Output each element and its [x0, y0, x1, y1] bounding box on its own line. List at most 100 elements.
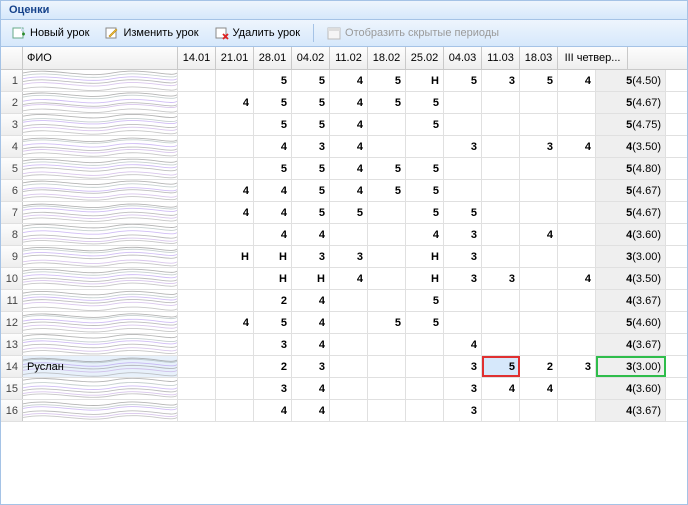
grade-cell[interactable]: 5 — [406, 158, 444, 179]
header-date-2[interactable]: 28.01 — [254, 47, 292, 69]
student-name-cell[interactable] — [23, 136, 178, 157]
grade-cell[interactable] — [216, 224, 254, 245]
grade-cell[interactable]: 4 — [292, 400, 330, 421]
grade-cell[interactable]: 5 — [254, 158, 292, 179]
student-name-cell[interactable] — [23, 400, 178, 421]
grade-cell[interactable] — [368, 334, 406, 355]
grade-cell[interactable] — [558, 400, 596, 421]
grade-cell[interactable] — [520, 246, 558, 267]
grade-cell[interactable]: 5 — [254, 114, 292, 135]
grade-cell[interactable] — [482, 92, 520, 113]
grade-cell[interactable]: 3 — [292, 246, 330, 267]
header-date-0[interactable]: 14.01 — [178, 47, 216, 69]
grade-cell[interactable] — [482, 202, 520, 223]
grade-cell[interactable] — [330, 378, 368, 399]
grade-cell[interactable] — [368, 246, 406, 267]
grade-cell[interactable] — [178, 290, 216, 311]
grade-cell[interactable]: 3 — [444, 356, 482, 377]
table-row[interactable]: 11 2454 (3.67) — [1, 290, 687, 312]
grade-cell[interactable]: 5 — [368, 70, 406, 91]
header-date-5[interactable]: 18.02 — [368, 47, 406, 69]
header-avg[interactable]: III четвер... — [558, 47, 628, 69]
student-name-cell[interactable] — [23, 268, 178, 289]
table-row[interactable]: 6 4454555 (4.67) — [1, 180, 687, 202]
grade-cell[interactable] — [558, 312, 596, 333]
grade-cell[interactable]: 4 — [330, 70, 368, 91]
grade-cell[interactable]: 4 — [330, 180, 368, 201]
grade-cell[interactable] — [520, 202, 558, 223]
grade-cell[interactable] — [520, 268, 558, 289]
grade-cell[interactable]: 4 — [216, 202, 254, 223]
grade-cell[interactable]: 3 — [254, 378, 292, 399]
grade-cell[interactable] — [216, 400, 254, 421]
grade-cell[interactable]: 4 — [292, 290, 330, 311]
grade-cell[interactable] — [216, 70, 254, 91]
grade-cell[interactable] — [178, 202, 216, 223]
student-name-cell[interactable]: Руслан — [23, 356, 178, 377]
grade-cell[interactable] — [520, 334, 558, 355]
grade-cell[interactable] — [368, 202, 406, 223]
grade-cell[interactable] — [368, 268, 406, 289]
grade-cell[interactable]: 4 — [216, 312, 254, 333]
grade-cell[interactable] — [330, 312, 368, 333]
student-name-cell[interactable] — [23, 114, 178, 135]
grade-cell[interactable] — [368, 378, 406, 399]
grade-cell[interactable] — [216, 268, 254, 289]
grade-cell[interactable]: 2 — [520, 356, 558, 377]
table-row[interactable]: 14 Руслан2335233 (3.00) — [1, 356, 687, 378]
grade-cell[interactable] — [482, 114, 520, 135]
grade-cell[interactable] — [482, 246, 520, 267]
grade-cell[interactable] — [406, 136, 444, 157]
grade-cell[interactable] — [216, 136, 254, 157]
student-name-cell[interactable] — [23, 246, 178, 267]
header-date-6[interactable]: 25.02 — [406, 47, 444, 69]
grade-cell[interactable] — [558, 180, 596, 201]
grade-cell[interactable] — [482, 312, 520, 333]
grade-cell[interactable]: 2 — [254, 356, 292, 377]
grade-cell[interactable]: 3 — [292, 136, 330, 157]
grade-cell[interactable]: 4 — [254, 400, 292, 421]
table-row[interactable]: 8 444344 (3.60) — [1, 224, 687, 246]
grade-cell[interactable]: 5 — [406, 92, 444, 113]
grade-cell[interactable] — [558, 114, 596, 135]
grade-cell[interactable]: 5 — [254, 92, 292, 113]
grade-cell[interactable] — [178, 356, 216, 377]
grade-cell[interactable] — [368, 224, 406, 245]
delete-lesson-button[interactable]: Удалить урок — [208, 23, 307, 43]
student-name-cell[interactable] — [23, 290, 178, 311]
new-lesson-button[interactable]: Новый урок — [5, 23, 96, 43]
grade-cell[interactable]: 4 — [292, 334, 330, 355]
grade-cell[interactable]: Н — [406, 246, 444, 267]
grade-cell[interactable]: 3 — [444, 246, 482, 267]
grade-cell[interactable] — [330, 356, 368, 377]
grade-cell[interactable]: 5 — [406, 180, 444, 201]
grade-cell[interactable]: 5 — [520, 70, 558, 91]
grade-cell[interactable] — [216, 378, 254, 399]
edit-lesson-button[interactable]: Изменить урок — [98, 23, 205, 43]
grade-cell[interactable] — [482, 224, 520, 245]
grade-cell[interactable]: 4 — [254, 136, 292, 157]
grade-cell[interactable]: 5 — [254, 312, 292, 333]
grade-cell[interactable] — [330, 290, 368, 311]
grade-cell[interactable]: Н — [254, 246, 292, 267]
grade-cell[interactable] — [216, 290, 254, 311]
grade-cell[interactable]: 4 — [558, 268, 596, 289]
grade-cell[interactable]: 3 — [444, 378, 482, 399]
grade-cell[interactable]: 5 — [292, 202, 330, 223]
student-name-cell[interactable] — [23, 70, 178, 91]
grade-cell[interactable] — [520, 92, 558, 113]
grade-cell[interactable] — [216, 114, 254, 135]
grade-cell[interactable] — [330, 224, 368, 245]
grade-cell[interactable] — [444, 290, 482, 311]
student-name-cell[interactable] — [23, 158, 178, 179]
grade-cell[interactable] — [178, 378, 216, 399]
grade-cell[interactable] — [558, 334, 596, 355]
grade-cell[interactable] — [368, 290, 406, 311]
header-date-7[interactable]: 04.03 — [444, 47, 482, 69]
grade-cell[interactable] — [482, 400, 520, 421]
grade-cell[interactable]: 3 — [292, 356, 330, 377]
grade-cell[interactable] — [216, 334, 254, 355]
table-row[interactable]: 15 343444 (3.60) — [1, 378, 687, 400]
grade-cell[interactable] — [330, 334, 368, 355]
grades-grid[interactable]: ФИО14.0121.0128.0104.0211.0218.0225.0204… — [1, 47, 687, 422]
